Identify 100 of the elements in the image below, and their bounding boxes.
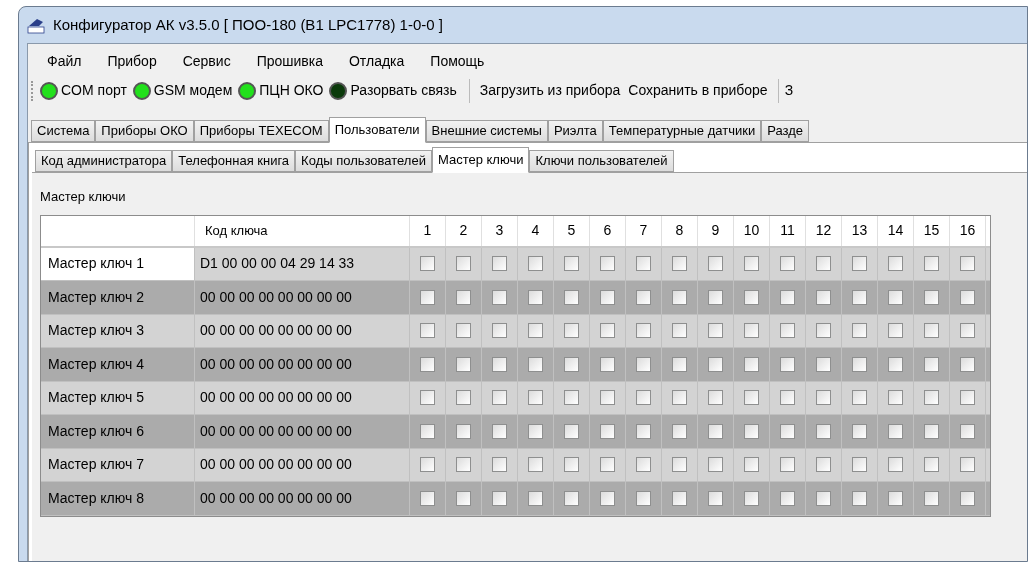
checkbox[interactable]: [888, 256, 903, 272]
checkbox[interactable]: [492, 490, 507, 506]
checkbox[interactable]: [960, 390, 975, 406]
checkbox[interactable]: [780, 423, 795, 439]
checkbox[interactable]: [852, 423, 867, 439]
toolbar-button[interactable]: Сохранить в приборе: [628, 80, 768, 101]
checkbox[interactable]: [780, 457, 795, 473]
checkbox[interactable]: [492, 323, 507, 339]
checkbox[interactable]: [816, 356, 831, 372]
menu-item[interactable]: Помощь: [430, 50, 485, 72]
checkbox[interactable]: [564, 390, 579, 406]
checkbox[interactable]: [672, 390, 687, 406]
checkbox[interactable]: [924, 323, 939, 339]
checkbox[interactable]: [420, 256, 435, 272]
checkbox[interactable]: [780, 390, 795, 406]
checkbox[interactable]: [708, 289, 723, 305]
checkbox[interactable]: [852, 356, 867, 372]
checkbox[interactable]: [600, 356, 615, 372]
tab[interactable]: Пользователи: [328, 117, 426, 143]
checkbox[interactable]: [492, 423, 507, 439]
checkbox[interactable]: [564, 356, 579, 372]
row-header-cell[interactable]: Мастер ключ 6: [41, 415, 195, 448]
checkbox[interactable]: [816, 390, 831, 406]
tab[interactable]: Телефонная книга: [172, 150, 296, 172]
checkbox[interactable]: [924, 423, 939, 439]
toolbar-button[interactable]: З: [784, 80, 794, 101]
tab[interactable]: Температурные датчики: [602, 120, 762, 142]
checkbox[interactable]: [636, 457, 651, 473]
checkbox[interactable]: [672, 490, 687, 506]
checkbox[interactable]: [816, 423, 831, 439]
checkbox[interactable]: [528, 457, 543, 473]
checkbox[interactable]: [528, 289, 543, 305]
checkbox[interactable]: [924, 356, 939, 372]
row-header-cell[interactable]: Мастер ключ 1: [41, 247, 195, 280]
menu-item[interactable]: Прибор: [107, 50, 157, 72]
checkbox[interactable]: [456, 490, 471, 506]
checkbox[interactable]: [816, 457, 831, 473]
checkbox[interactable]: [456, 457, 471, 473]
checkbox[interactable]: [456, 323, 471, 339]
checkbox[interactable]: [744, 323, 759, 339]
menu-item[interactable]: Сервис: [182, 50, 231, 72]
checkbox[interactable]: [564, 457, 579, 473]
checkbox[interactable]: [744, 490, 759, 506]
checkbox[interactable]: [672, 356, 687, 372]
checkbox[interactable]: [780, 289, 795, 305]
checkbox[interactable]: [564, 256, 579, 272]
checkbox[interactable]: [672, 323, 687, 339]
checkbox[interactable]: [564, 490, 579, 506]
checkbox[interactable]: [852, 390, 867, 406]
menu-item[interactable]: Файл: [47, 50, 82, 72]
checkbox[interactable]: [492, 457, 507, 473]
checkbox[interactable]: [816, 289, 831, 305]
toolbar-button[interactable]: Загрузить из прибора: [479, 80, 621, 101]
checkbox[interactable]: [636, 423, 651, 439]
checkbox[interactable]: [744, 457, 759, 473]
checkbox[interactable]: [708, 323, 723, 339]
tab[interactable]: Мастер ключи: [431, 147, 530, 173]
checkbox[interactable]: [528, 390, 543, 406]
checkbox[interactable]: [708, 490, 723, 506]
checkbox[interactable]: [780, 490, 795, 506]
checkbox[interactable]: [636, 356, 651, 372]
checkbox[interactable]: [528, 356, 543, 372]
checkbox[interactable]: [744, 390, 759, 406]
checkbox[interactable]: [888, 323, 903, 339]
row-header-cell[interactable]: Мастер ключ 2: [41, 281, 195, 314]
tab[interactable]: Приборы TEXECOM: [193, 120, 329, 142]
checkbox[interactable]: [672, 289, 687, 305]
checkbox[interactable]: [456, 256, 471, 272]
checkbox[interactable]: [960, 323, 975, 339]
menu-item[interactable]: Прошивка: [256, 50, 323, 72]
checkbox[interactable]: [744, 256, 759, 272]
checkbox[interactable]: [960, 457, 975, 473]
checkbox[interactable]: [708, 457, 723, 473]
checkbox[interactable]: [492, 390, 507, 406]
checkbox[interactable]: [852, 490, 867, 506]
checkbox[interactable]: [420, 356, 435, 372]
connection-button[interactable]: ПЦН ОКО: [238, 80, 324, 101]
checkbox[interactable]: [960, 256, 975, 272]
checkbox[interactable]: [708, 423, 723, 439]
checkbox[interactable]: [456, 289, 471, 305]
checkbox[interactable]: [564, 423, 579, 439]
checkbox[interactable]: [708, 390, 723, 406]
checkbox[interactable]: [888, 490, 903, 506]
menu-item[interactable]: Отладка: [349, 50, 405, 72]
checkbox[interactable]: [564, 323, 579, 339]
checkbox[interactable]: [492, 356, 507, 372]
tab[interactable]: Ключи пользователей: [529, 150, 674, 172]
checkbox[interactable]: [420, 490, 435, 506]
tab[interactable]: Риэлта: [547, 120, 603, 142]
checkbox[interactable]: [600, 390, 615, 406]
row-header-cell[interactable]: Мастер ключ 5: [41, 381, 195, 414]
checkbox[interactable]: [672, 256, 687, 272]
checkbox[interactable]: [528, 256, 543, 272]
checkbox[interactable]: [636, 323, 651, 339]
checkbox[interactable]: [924, 490, 939, 506]
checkbox[interactable]: [888, 289, 903, 305]
tab[interactable]: Разде: [761, 120, 809, 142]
checkbox[interactable]: [528, 323, 543, 339]
checkbox[interactable]: [744, 289, 759, 305]
checkbox[interactable]: [816, 256, 831, 272]
